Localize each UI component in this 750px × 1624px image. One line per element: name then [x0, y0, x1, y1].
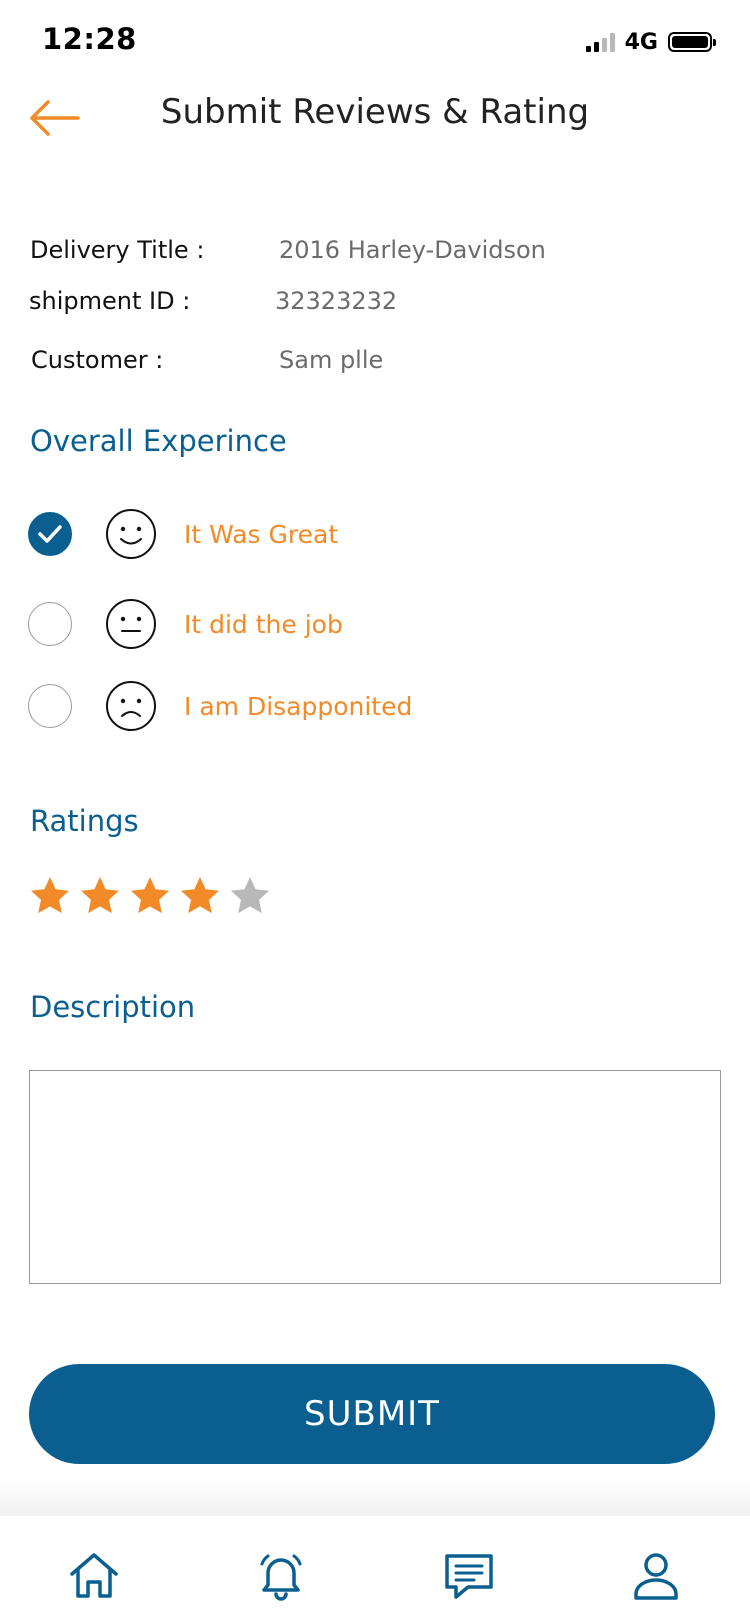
network-type: 4G [624, 29, 658, 55]
shipment-id-value: 32323232 [275, 287, 398, 315]
star-empty-icon[interactable] [228, 874, 272, 918]
shipment-id-label: shipment ID : [29, 287, 191, 315]
status-time: 12:28 [42, 22, 137, 56]
radio-button[interactable] [28, 512, 72, 556]
nav-notifications[interactable] [241, 1536, 321, 1616]
smile-face-icon [106, 509, 156, 559]
bell-icon [260, 1554, 302, 1601]
option-label: I am Disapponited [184, 691, 413, 721]
chat-icon [445, 1554, 493, 1599]
status-indicators: 4G [585, 28, 716, 56]
option-label: It did the job [184, 609, 343, 639]
ratings-section-title: Ratings [30, 804, 139, 838]
home-icon [70, 1553, 118, 1598]
nav-home[interactable] [54, 1536, 134, 1616]
customer-label: Customer : [31, 346, 164, 374]
star-filled-icon[interactable] [178, 874, 222, 918]
battery-icon [668, 32, 716, 52]
description-textarea[interactable] [29, 1070, 721, 1284]
star-rating[interactable] [28, 874, 272, 918]
experience-option-ok[interactable]: It did the job [28, 596, 343, 652]
page-title: Submit Reviews & Rating [160, 92, 590, 132]
radio-button[interactable] [28, 684, 72, 728]
experience-section-title: Overall Experince [30, 424, 287, 458]
bottom-nav [0, 1516, 750, 1624]
customer-value: Sam plle [279, 346, 384, 374]
neutral-face-icon [106, 599, 156, 649]
sad-face-icon [106, 681, 156, 731]
experience-option-great[interactable]: It Was Great [28, 506, 338, 562]
signal-icon [585, 32, 615, 52]
nav-divider [0, 1480, 750, 1516]
checkmark-icon [38, 525, 62, 543]
nav-messages[interactable] [429, 1536, 509, 1616]
star-filled-icon[interactable] [128, 874, 172, 918]
radio-button[interactable] [28, 602, 72, 646]
submit-button[interactable]: SUBMIT [29, 1364, 715, 1464]
user-icon [634, 1553, 678, 1600]
star-filled-icon[interactable] [28, 874, 72, 918]
star-filled-icon[interactable] [78, 874, 122, 918]
nav-profile[interactable] [616, 1536, 696, 1616]
delivery-title-label: Delivery Title : [30, 236, 205, 264]
delivery-title-value: 2016 Harley-Davidson [279, 236, 546, 264]
description-section-title: Description [30, 990, 196, 1024]
experience-option-disappointed[interactable]: I am Disapponited [28, 678, 412, 734]
option-label: It Was Great [184, 519, 339, 549]
